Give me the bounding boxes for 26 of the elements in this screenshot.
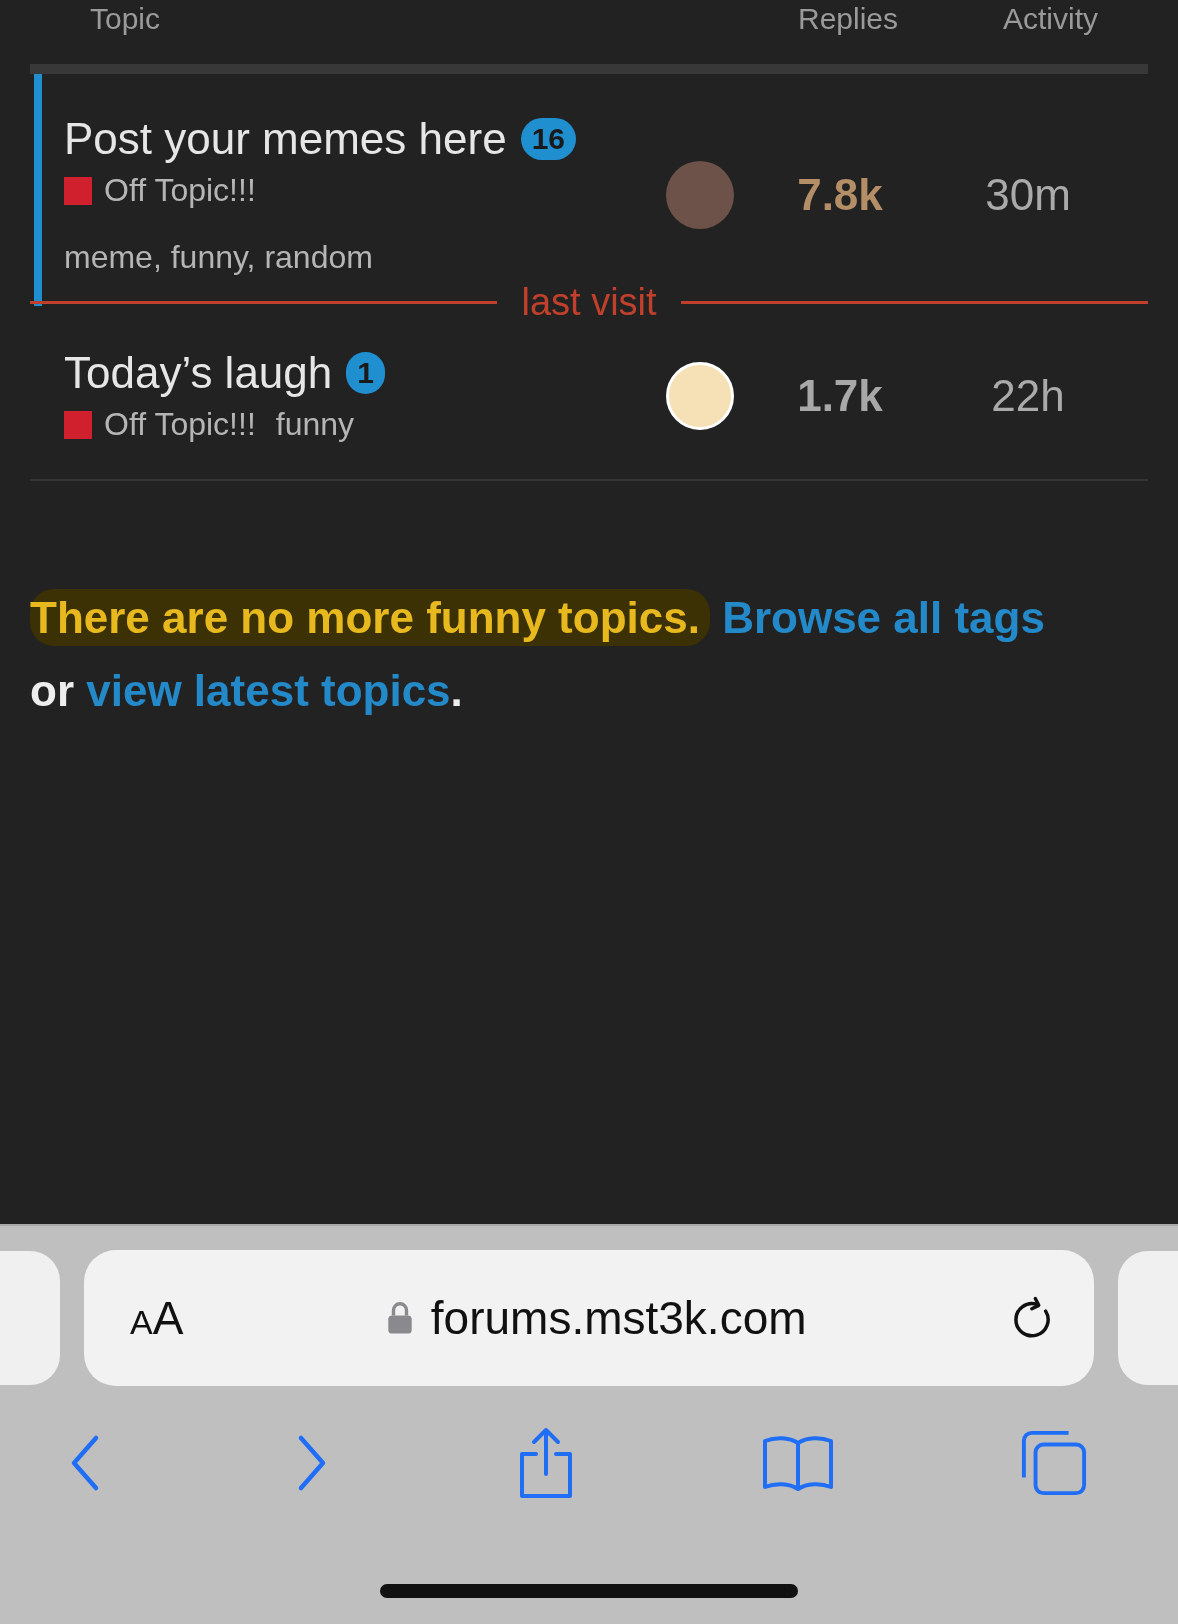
url-text: forums.mst3k.com (430, 1291, 807, 1345)
topic-tags[interactable]: meme, funny, random (64, 239, 628, 276)
unread-count-badge[interactable]: 16 (520, 118, 576, 160)
topic-title[interactable]: Today’s laugh (64, 348, 333, 398)
address-bar[interactable]: AA forums.mst3k.com (84, 1250, 1094, 1386)
column-header[interactable]: Topic (90, 2, 798, 36)
topic-title[interactable]: Post your memes here (64, 114, 507, 164)
replies-count: 1.7k (796, 370, 884, 421)
bookmarks-icon[interactable] (761, 1433, 835, 1493)
tabs-icon[interactable] (1020, 1429, 1088, 1497)
activity-time[interactable]: 22h (908, 370, 1148, 421)
no-more-topics-message: There are no more funny topics. Browse all tags or view latest topics. (30, 581, 1148, 727)
activity-time[interactable]: 30m (908, 170, 1148, 220)
column-header[interactable]: Activity (948, 2, 1098, 36)
category-label[interactable]: Off Topic!!! (104, 172, 256, 209)
lock-icon (386, 1301, 413, 1335)
browse-tags-link[interactable]: Browse all tags (722, 593, 1045, 642)
tab-preview[interactable] (0, 1251, 60, 1385)
replies-count: 7.8k (796, 170, 884, 220)
reader-button[interactable]: AA (130, 1291, 184, 1345)
unread-count-badge[interactable]: 1 (346, 352, 385, 394)
latest-topics-link[interactable]: view latest topics (86, 666, 451, 715)
tab-preview[interactable] (1118, 1251, 1178, 1385)
topic-tags[interactable]: funny (275, 406, 355, 443)
column-header[interactable]: Replies (798, 2, 948, 36)
category-label[interactable]: Off Topic!!! (104, 406, 256, 443)
